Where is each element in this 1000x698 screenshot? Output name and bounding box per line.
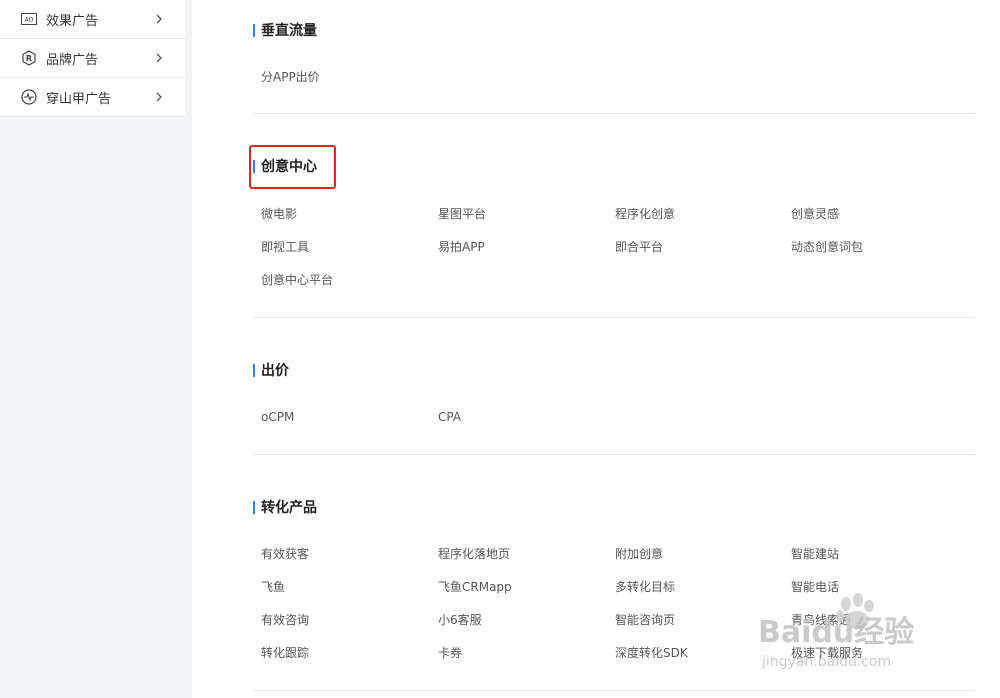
section-title-conversion-products: 转化产品 <box>253 499 317 517</box>
svg-text:R: R <box>26 54 32 63</box>
product-link[interactable]: 飞鱼 <box>261 579 285 595</box>
sidebar-item-pangle-ads[interactable]: 穿山甲广告 <box>0 78 185 117</box>
sidebar: AD 效果广告 R 品牌广告 穿山甲广告 <box>0 0 185 117</box>
product-link[interactable]: 深度转化SDK <box>615 645 688 661</box>
product-link[interactable]: 有效获客 <box>261 546 309 562</box>
product-link[interactable]: 附加创意 <box>615 546 663 562</box>
product-link[interactable]: 分APP出价 <box>261 69 320 85</box>
sidebar-item-label: 穿山甲广告 <box>46 91 112 107</box>
product-link[interactable]: 创意中心平台 <box>261 272 333 288</box>
product-link[interactable]: oCPM <box>261 409 294 425</box>
registered-icon: R <box>20 49 38 67</box>
chevron-right-icon <box>156 14 162 24</box>
product-link[interactable]: 程序化创意 <box>615 206 675 222</box>
product-link[interactable]: 动态创意词包 <box>791 239 863 255</box>
product-link[interactable]: 多转化目标 <box>615 579 675 595</box>
product-link[interactable]: 即合平台 <box>615 239 663 255</box>
product-link[interactable]: CPA <box>438 409 461 425</box>
product-link[interactable]: 程序化落地页 <box>438 546 510 562</box>
product-link[interactable]: 创意灵感 <box>791 206 839 222</box>
product-link[interactable]: 即视工具 <box>261 239 309 255</box>
section-divider <box>253 317 975 318</box>
product-link[interactable]: 星图平台 <box>438 206 486 222</box>
product-link[interactable]: 卡券 <box>438 645 462 661</box>
product-link[interactable]: 飞鱼CRMapp <box>438 579 512 595</box>
sidebar-item-brand-ads[interactable]: R 品牌广告 <box>0 39 185 78</box>
sidebar-item-label: 品牌广告 <box>46 52 99 68</box>
section-divider <box>253 690 975 691</box>
product-link[interactable]: 易拍APP <box>438 239 485 255</box>
highlight-annotation-box <box>249 145 336 189</box>
pulse-icon <box>20 88 38 106</box>
product-link[interactable]: 智能咨询页 <box>615 612 675 628</box>
svg-text:AD: AD <box>25 17 34 24</box>
watermark-logo: Baidu经验 jingyan.baidu.com <box>758 593 914 670</box>
sidebar-item-performance-ads[interactable]: AD 效果广告 <box>0 0 185 39</box>
product-link[interactable]: 转化跟踪 <box>261 645 309 661</box>
watermark-url: jingyan.baidu.com <box>761 654 891 670</box>
section-divider <box>253 454 975 455</box>
chevron-right-icon <box>156 53 162 63</box>
watermark-brand: Baidu经验 <box>758 615 914 650</box>
ad-icon: AD <box>20 10 38 28</box>
product-link[interactable]: 智能建站 <box>791 546 839 562</box>
chevron-right-icon <box>156 92 162 102</box>
product-link[interactable]: 小6客服 <box>438 612 482 628</box>
section-divider <box>253 113 975 114</box>
product-link[interactable]: 有效咨询 <box>261 612 309 628</box>
section-title-vertical-traffic: 垂直流量 <box>253 22 317 40</box>
sidebar-item-label: 效果广告 <box>46 13 99 29</box>
product-link[interactable]: 微电影 <box>261 206 297 222</box>
section-title-bidding: 出价 <box>253 362 289 380</box>
